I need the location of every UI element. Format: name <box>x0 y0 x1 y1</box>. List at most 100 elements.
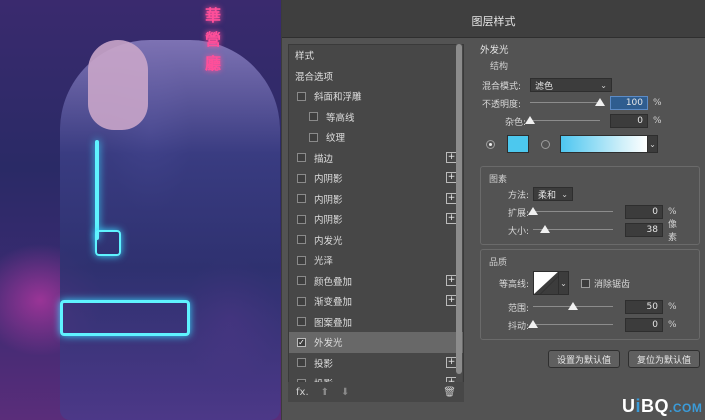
structure-title: 结构 <box>490 62 509 72</box>
style-item-label: 内阴影 <box>314 174 343 186</box>
outer-glow-settings: 外发光 结构 混合模式: 滤色 ⌄ 不透明度: 100 % 杂色: 0 % ⌄ … <box>480 40 700 368</box>
style-item[interactable]: ✓ 外发光 <box>289 332 463 353</box>
size-slider[interactable] <box>533 225 613 235</box>
outer-glow-title: 外发光 <box>480 45 509 56</box>
checkbox-icon[interactable] <box>297 317 306 327</box>
spread-input[interactable]: 0 <box>625 205 663 219</box>
checkbox-icon[interactable] <box>297 235 306 245</box>
checkbox-icon[interactable] <box>309 132 318 142</box>
style-item[interactable]: 斜面和浮雕 <box>289 86 463 107</box>
noise-unit: % <box>653 116 662 126</box>
glow-gradient-picker[interactable] <box>560 135 648 153</box>
spread-slider[interactable] <box>528 207 613 217</box>
contour-dropdown-icon[interactable]: ⌄ <box>559 271 569 295</box>
watermark-q: Q <box>654 396 670 416</box>
spread-slider-thumb[interactable] <box>528 207 538 215</box>
styles-scrollbar-thumb[interactable] <box>456 44 462 374</box>
noise-slider[interactable] <box>525 116 600 126</box>
checkbox-icon[interactable] <box>297 173 306 183</box>
person-face <box>88 40 148 130</box>
range-slider[interactable] <box>533 302 613 312</box>
noise-input[interactable]: 0 <box>610 114 648 128</box>
neon-belt-glow <box>60 300 190 336</box>
style-item[interactable]: 纹理 <box>289 127 463 148</box>
chevron-down-icon: ⌄ <box>561 189 568 199</box>
jitter-slider[interactable] <box>528 320 613 330</box>
opacity-input[interactable]: 100 <box>610 96 648 110</box>
antialias-checkbox[interactable] <box>581 278 590 288</box>
style-item-label: 斜面和浮雕 <box>314 92 362 104</box>
style-item-label: 纹理 <box>326 133 346 145</box>
style-item[interactable]: 内阴影 + <box>289 168 463 189</box>
noise-slider-thumb[interactable] <box>525 116 535 124</box>
checkbox-icon[interactable] <box>297 358 306 368</box>
contour-label: 等高线: <box>498 279 529 290</box>
set-default-button[interactable]: 设置为默认值 <box>547 350 620 368</box>
blend-options-item[interactable]: 混合选项 <box>289 66 463 87</box>
style-item[interactable]: 投影+ <box>289 353 463 374</box>
checkbox-icon[interactable] <box>297 153 306 163</box>
style-item-label: 光泽 <box>314 256 334 268</box>
checkbox-icon[interactable] <box>297 276 306 286</box>
neon-sign-3: 廳 <box>205 54 222 73</box>
style-item[interactable]: 图案叠加 <box>289 312 463 333</box>
blend-mode-label: 混合模式: <box>482 81 522 92</box>
style-item[interactable]: 颜色叠加 + <box>289 271 463 292</box>
glow-color-swatch[interactable] <box>507 135 529 153</box>
style-item-label: 投影 <box>314 358 334 370</box>
move-down-icon[interactable]: ⬇ <box>341 387 349 398</box>
dialog-title: 图层样式 <box>282 0 705 38</box>
checkbox-icon[interactable] <box>297 214 306 224</box>
style-item-label: 渐变叠加 <box>314 297 353 309</box>
style-item[interactable]: 描边 + <box>289 148 463 169</box>
size-slider-thumb[interactable] <box>540 225 550 233</box>
styles-header[interactable]: 样式 <box>289 45 463 66</box>
range-slider-thumb[interactable] <box>568 302 578 310</box>
fx-button[interactable]: fx. <box>296 387 309 398</box>
style-item-label: 图案叠加 <box>314 317 353 329</box>
structure-group: 混合模式: 滤色 ⌄ 不透明度: 100 % 杂色: 0 % ⌄ <box>480 74 700 162</box>
move-up-icon[interactable]: ⬆ <box>321 387 329 398</box>
style-item-label: 颜色叠加 <box>314 276 353 288</box>
gradient-radio[interactable] <box>541 139 550 149</box>
style-item[interactable]: 内阴影 + <box>289 189 463 210</box>
blend-mode-select[interactable]: 滤色 ⌄ <box>530 78 612 92</box>
trash-icon[interactable]: 🗑 <box>443 387 456 398</box>
gradient-dropdown-icon[interactable]: ⌄ <box>648 135 658 153</box>
checkbox-icon[interactable] <box>297 91 306 101</box>
style-item[interactable]: 光泽 <box>289 250 463 271</box>
size-input[interactable]: 38 <box>625 223 663 237</box>
solid-color-radio[interactable] <box>486 139 495 149</box>
opacity-unit: % <box>653 98 662 108</box>
watermark-b: B <box>641 396 655 416</box>
method-value: 柔和 <box>538 190 557 201</box>
reset-default-button[interactable]: 复位为默认值 <box>627 350 700 368</box>
style-item-label: 外发光 <box>314 338 343 350</box>
jitter-input[interactable]: 0 <box>625 318 663 332</box>
styles-list-panel: 样式 混合选项 斜面和浮雕 等高线 纹理 描边 + 内阴影 + 内阴影 + 内阴影 + 内发光 光泽 颜色… <box>288 44 464 400</box>
jitter-unit: % <box>668 320 677 330</box>
style-item[interactable]: 内发光 <box>289 230 463 251</box>
style-item[interactable]: 内阴影 + <box>289 209 463 230</box>
style-item-label: 等高线 <box>326 112 355 124</box>
contour-preview[interactable] <box>533 271 559 295</box>
opacity-slider[interactable] <box>530 98 605 108</box>
style-item[interactable]: 渐变叠加 + <box>289 291 463 312</box>
chevron-down-icon: ⌄ <box>600 80 607 90</box>
range-input[interactable]: 50 <box>625 300 663 314</box>
checkbox-checked-icon[interactable]: ✓ <box>297 337 306 347</box>
checkbox-icon[interactable] <box>297 194 306 204</box>
neon-strap-glow <box>95 140 99 240</box>
checkbox-icon[interactable] <box>297 296 306 306</box>
layer-style-dialog: 图层样式 样式 混合选项 斜面和浮雕 等高线 纹理 描边 + 内阴影 + 内阴影 + 内阴影 + 内发… <box>281 0 705 420</box>
method-select[interactable]: 柔和 ⌄ <box>533 187 573 201</box>
quality-title: 品质 <box>489 258 508 268</box>
style-item[interactable]: 等高线 <box>289 107 463 128</box>
jitter-slider-thumb[interactable] <box>528 320 538 328</box>
opacity-slider-thumb[interactable] <box>595 98 605 106</box>
checkbox-icon[interactable] <box>297 255 306 265</box>
elements-title: 图素 <box>489 175 508 185</box>
size-label: 大小: <box>507 226 529 237</box>
checkbox-icon[interactable] <box>309 112 318 122</box>
antialias-label: 消除锯齿 <box>594 279 631 290</box>
